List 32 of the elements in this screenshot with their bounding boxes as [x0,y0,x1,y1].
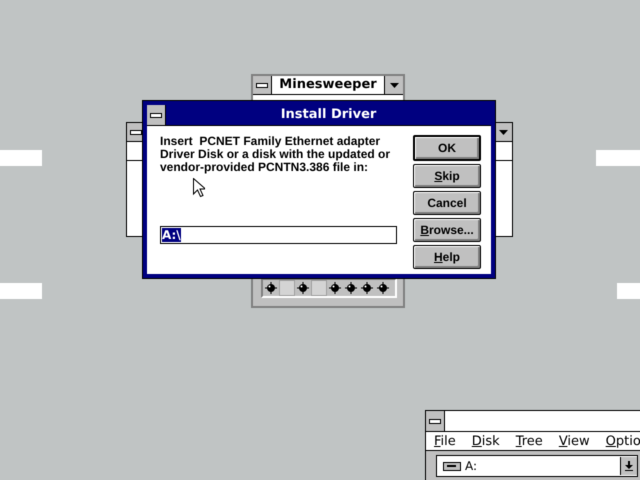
label-strip [0,150,42,166]
path-field[interactable]: A:\ [160,226,397,244]
menu-item[interactable]: Disk [472,434,500,448]
down-arrow-icon [390,82,398,88]
minefield-cell[interactable] [279,280,295,296]
menu-item[interactable]: Optio [606,434,640,448]
dialog-title: Install Driver [280,106,378,124]
dialog-button[interactable]: OK [413,135,481,161]
drive-icon [443,462,461,470]
minimize-button[interactable] [384,76,403,94]
down-arrow-icon [625,461,633,471]
drive-selector[interactable]: A: [436,455,638,477]
down-arrow-icon [498,130,508,134]
dialog-button[interactable]: Browse... [413,218,481,242]
instruction-text: Insert PCNET Family Ethernet adapter Driver Disk or a disk with the updated or vendor-provided PCNTN3.386 file in: [160,135,392,174]
label-strip [596,150,640,166]
dialog-button[interactable]: Help [413,245,481,269]
control-menu-box[interactable] [426,411,445,431]
dialog-button[interactable]: Cancel [413,191,481,215]
label-strip [617,283,640,299]
drive-label: A: [465,459,478,473]
menu-item[interactable]: Tree [516,434,543,448]
control-menu-box[interactable] [253,76,272,94]
window-title: Minesweeper [278,76,378,94]
control-menu-box[interactable] [147,105,166,125]
menu-item[interactable]: View [558,434,590,448]
dropdown-button[interactable] [620,457,637,475]
minefield-cell[interactable] [311,280,327,296]
mouse-pointer-icon [193,178,205,197]
menu-item[interactable]: File [434,434,456,448]
label-strip [0,283,42,299]
dialog-button[interactable]: Skip [413,164,481,188]
